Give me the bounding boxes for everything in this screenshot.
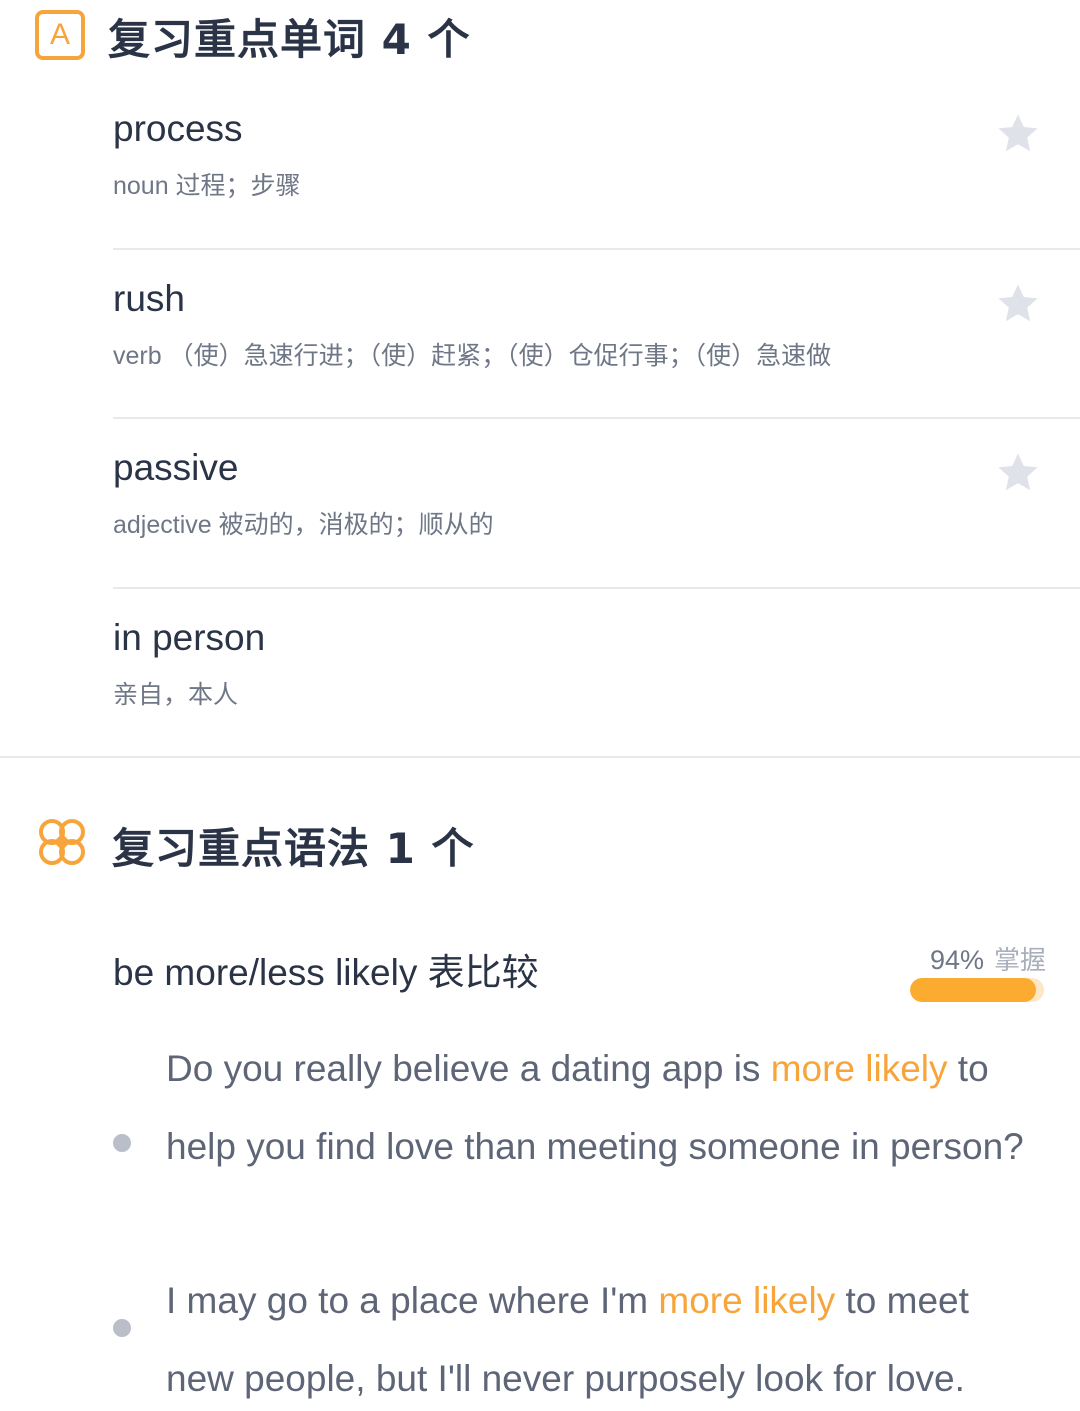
word-item[interactable]: passive adjective 被动的，消极的；顺从的 [113, 419, 1080, 589]
word-text: in person [113, 616, 266, 658]
example-sentence: I may go to a place where I'm more likel… [166, 1262, 1046, 1411]
star-icon[interactable] [994, 280, 1042, 328]
mastery-percent: 94% [929, 945, 984, 975]
mastery-indicator: 94% 掌握 [910, 940, 1046, 1010]
sentence-text: Do you really believe a dating app is [166, 1048, 771, 1089]
bullet-dot [113, 1319, 131, 1337]
star-icon[interactable] [994, 449, 1042, 497]
word-definition: 亲自，本人 [113, 680, 239, 709]
sentence-text: I may go to a place where I'm [166, 1280, 659, 1321]
vocab-section-header: A 复习重点单词 4 个 [0, 0, 1080, 72]
example-sentence: Do you really believe a dating app is mo… [166, 1030, 1046, 1185]
word-item[interactable]: in person 亲自，本人 [0, 589, 1080, 758]
mastery-progress-bar [910, 978, 1044, 1002]
grammar-section-title: 复习重点语法 1 个 [112, 824, 475, 873]
example-sentence-item[interactable]: Do you really believe a dating app is mo… [113, 1030, 1080, 1262]
letter-a-square-icon: A [35, 10, 85, 60]
word-text: passive [113, 447, 239, 488]
mastery-word: 掌握 [993, 946, 1046, 976]
grammar-section-header: 复习重点语法 1 个 [0, 805, 1080, 885]
word-definition: noun 过程；步骤 [113, 172, 301, 200]
example-list: Do you really believe a dating app is mo… [0, 1030, 1080, 1411]
word-definition: adjective 被动的，消极的；顺从的 [113, 511, 494, 539]
example-sentence-item[interactable]: I may go to a place where I'm more likel… [113, 1262, 1080, 1411]
word-list: process noun 过程；步骤 rush verb （使）急速行进；（使）… [0, 80, 1080, 758]
word-text: process [113, 108, 243, 149]
star-icon[interactable] [994, 110, 1042, 158]
word-item[interactable]: rush verb （使）急速行进；（使）赶紧；（使）仓促行事；（使）急速做 [113, 250, 1080, 419]
highlighted-phrase: more likely [770, 1048, 948, 1089]
highlighted-phrase: more likely [658, 1280, 836, 1321]
vocab-section-title: 复习重点单词 4 个 [108, 15, 471, 64]
mastery-label: 94% 掌握 [930, 940, 1046, 977]
word-text: rush [113, 277, 185, 319]
mastery-progress-fill [910, 978, 1036, 1002]
word-item[interactable]: process noun 过程；步骤 [113, 80, 1080, 250]
word-definition: verb （使）急速行进；（使）赶紧；（使）仓促行事；（使）急速做 [113, 341, 832, 370]
grammar-knot-icon [35, 815, 89, 869]
grammar-point-title[interactable]: be more/less likely 表比较 [113, 942, 539, 996]
bullet-dot [113, 1134, 131, 1152]
